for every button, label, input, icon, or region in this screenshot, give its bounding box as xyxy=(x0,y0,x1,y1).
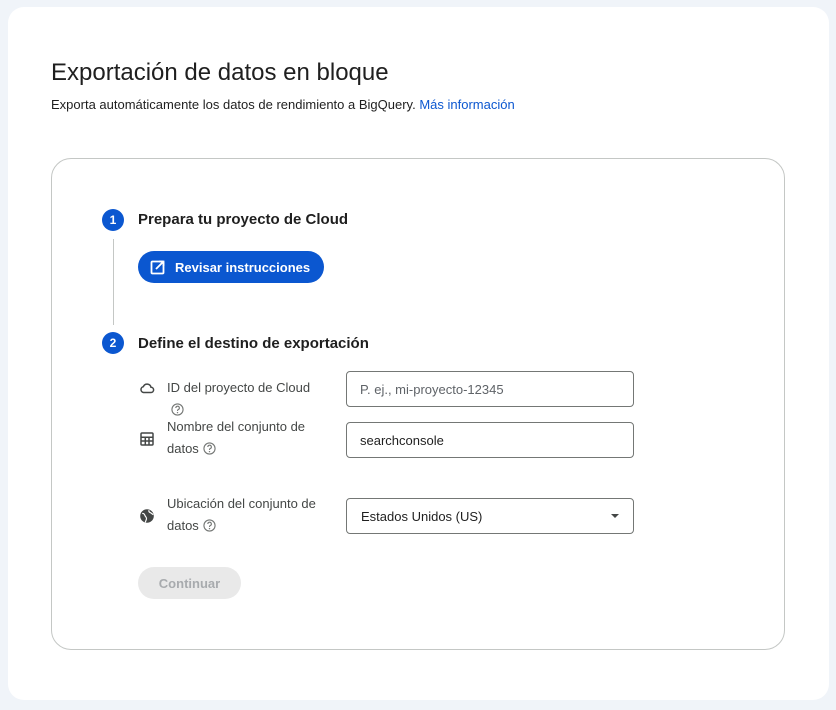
globe-icon xyxy=(140,509,154,523)
dropdown-arrow-icon xyxy=(611,514,619,518)
step-2-title: Define el destino de exportación xyxy=(138,335,369,352)
dataset-name-input[interactable] xyxy=(346,422,634,458)
subtitle-text: Exporta automáticamente los datos de ren… xyxy=(51,97,416,112)
cloud-icon xyxy=(140,383,155,394)
table-icon xyxy=(140,432,154,446)
step-2-number: 2 xyxy=(102,332,124,354)
page-subtitle: Exporta automáticamente los datos de ren… xyxy=(51,97,515,112)
continue-button[interactable]: Continuar xyxy=(138,567,241,599)
dataset-name-label: Nombre del conjunto de datos xyxy=(167,416,327,460)
project-id-label: ID del proyecto de Cloud xyxy=(167,377,327,421)
project-id-label-text: ID del proyecto de Cloud xyxy=(167,380,311,395)
dataset-location-select[interactable]: Estados Unidos (US) xyxy=(346,498,634,534)
learn-more-link[interactable]: Más información xyxy=(419,97,514,112)
help-icon[interactable] xyxy=(203,442,216,455)
open-in-new-icon xyxy=(150,260,165,275)
dataset-location-label: Ubicación del conjunto de datos xyxy=(167,493,327,537)
step-connector-line xyxy=(113,239,114,325)
page-title: Exportación de datos en bloque xyxy=(51,59,389,86)
dataset-location-label-line2: datos xyxy=(167,518,199,533)
project-id-input[interactable] xyxy=(346,371,634,407)
help-icon[interactable] xyxy=(171,403,184,416)
step-1-number: 1 xyxy=(102,209,124,231)
review-instructions-button[interactable]: Revisar instrucciones xyxy=(138,251,325,283)
help-icon[interactable] xyxy=(203,519,216,532)
dataset-location-label-line1: Ubicación del conjunto de xyxy=(167,496,316,511)
dataset-location-value: Estados Unidos (US) xyxy=(361,508,483,524)
export-page: Exportación de datos en bloque Exporta a… xyxy=(8,7,829,700)
dataset-name-label-line2: datos xyxy=(167,441,199,456)
dataset-name-label-line1: Nombre del conjunto de xyxy=(167,419,306,434)
review-instructions-label: Revisar instrucciones xyxy=(175,259,311,275)
step-1-title: Prepara tu proyecto de Cloud xyxy=(138,211,349,228)
export-setup-card: 1 Prepara tu proyecto de Cloud Revisar i… xyxy=(51,158,785,650)
